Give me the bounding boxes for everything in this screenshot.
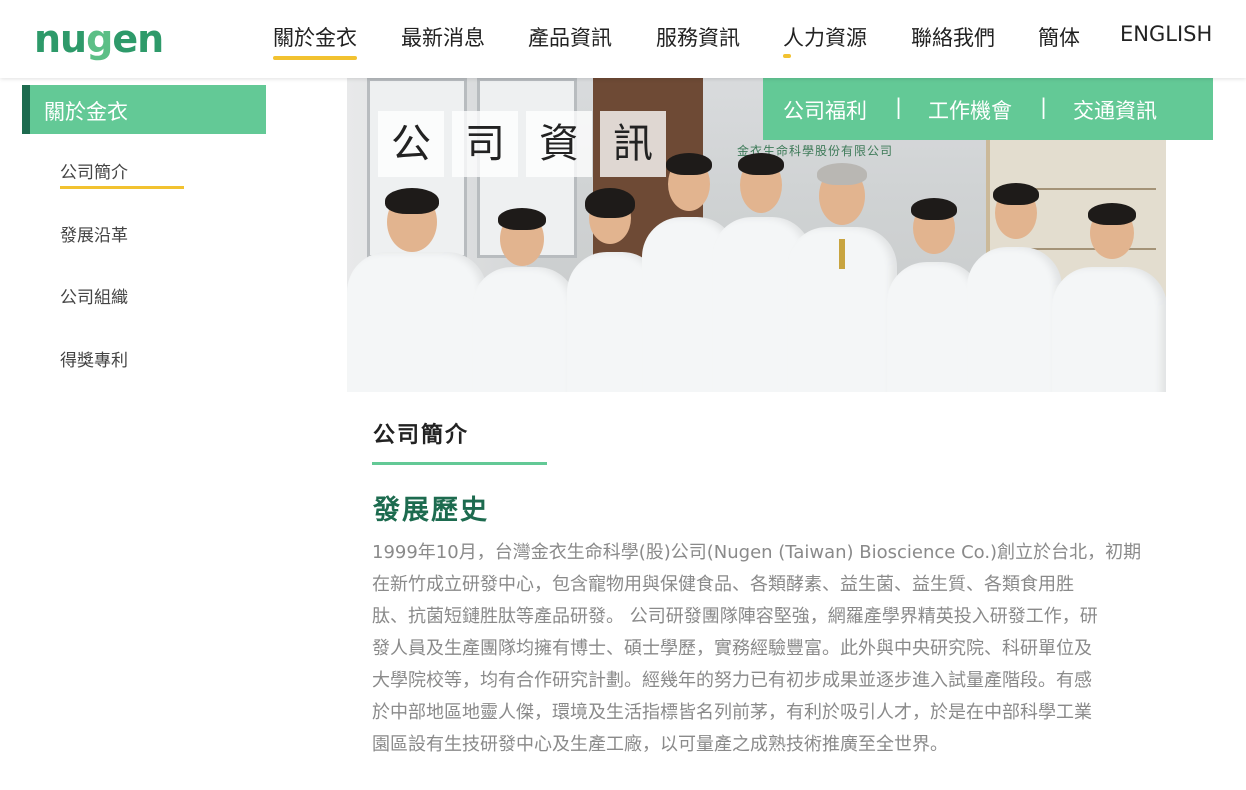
nav-english[interactable]: ENGLISH [1120,22,1212,46]
section-underline [372,462,547,465]
sidebar-item-history[interactable]: 發展沿革 [60,221,128,246]
history-heading: 發展歷史 [373,495,489,526]
subnav-separator: | [895,95,903,119]
site-header: nugen 關於金衣 最新消息 產品資訊 服務資訊 人力資源 聯絡我們 簡体 E… [0,0,1246,78]
sidebar-item-awards[interactable]: 得獎專利 [60,346,128,371]
sidebar-heading: 關於金衣 [22,85,266,134]
subnav-jobs[interactable]: 工作機會 [928,95,1012,125]
nav-news[interactable]: 最新消息 [401,22,485,52]
paragraph-line: 1999年10月，台灣金衣生命科學(股)公司(Nugen (Taiwan) Bi… [372,542,1142,563]
subnav-benefits[interactable]: 公司福利 [783,95,867,125]
paragraph-line: 發人員及生產團隊均擁有博士、碩士學歷，實務經驗豐富。此外與中央研究院、科研單位及 [372,638,1092,659]
banner-title-char: 訊 [600,111,666,177]
subnav-separator: | [1040,95,1048,119]
team-member [967,183,1062,392]
nav-contact[interactable]: 聯絡我們 [911,22,995,52]
hr-subnav: 公司福利 | 工作機會 | 交通資訊 [763,78,1213,140]
team-member [347,188,487,392]
team-member [1052,203,1166,392]
history-paragraph: 1999年10月，台灣金衣生命科學(股)公司(Nugen (Taiwan) Bi… [372,537,1142,761]
sidebar-item-organization[interactable]: 公司組織 [60,283,128,308]
team-member [787,163,897,392]
section-title: 公司簡介 [373,423,470,448]
nav-simplified[interactable]: 簡体 [1038,22,1080,52]
paragraph-line: 園區設有生技研發中心及生產工廠，以可量產之成熟技術推廣至全世界。 [372,734,948,755]
nav-about[interactable]: 關於金衣 [273,22,357,60]
nav-hr[interactable]: 人力資源 [783,22,867,58]
team-member [472,208,577,392]
banner-title-char: 資 [526,111,592,177]
paragraph-line: 於中部地區地靈人傑，環境及生活指標皆名列前茅，有利於吸引人才，於是在中部科學工業 [372,702,1092,723]
paragraph-line: 大學院校等，均有合作研究計劃。經幾年的努力已有初步成果並逐步進入試量產階段。有感 [372,670,1092,691]
subnav-transport[interactable]: 交通資訊 [1073,95,1157,125]
nav-services[interactable]: 服務資訊 [656,22,740,52]
banner-title-char: 司 [452,111,518,177]
nav-products[interactable]: 產品資訊 [528,22,612,52]
sidebar-item-profile[interactable]: 公司簡介 [60,158,184,189]
banner-title-char: 公 [378,111,444,177]
sidebar-heading-label: 關於金衣 [44,100,128,124]
paragraph-line: 肽、抗菌短鏈胜肽等產品研發。 公司研發團隊陣容堅強，網羅產學界精英投入研發工作，… [372,606,1098,627]
paragraph-line: 在新竹成立研發中心，包含寵物用與保健食品、各類酵素、益生菌、益生質、各類食用胜 [372,574,1074,595]
main-nav: 關於金衣 最新消息 產品資訊 服務資訊 人力資源 聯絡我們 簡体 ENGLISH [0,22,1246,62]
